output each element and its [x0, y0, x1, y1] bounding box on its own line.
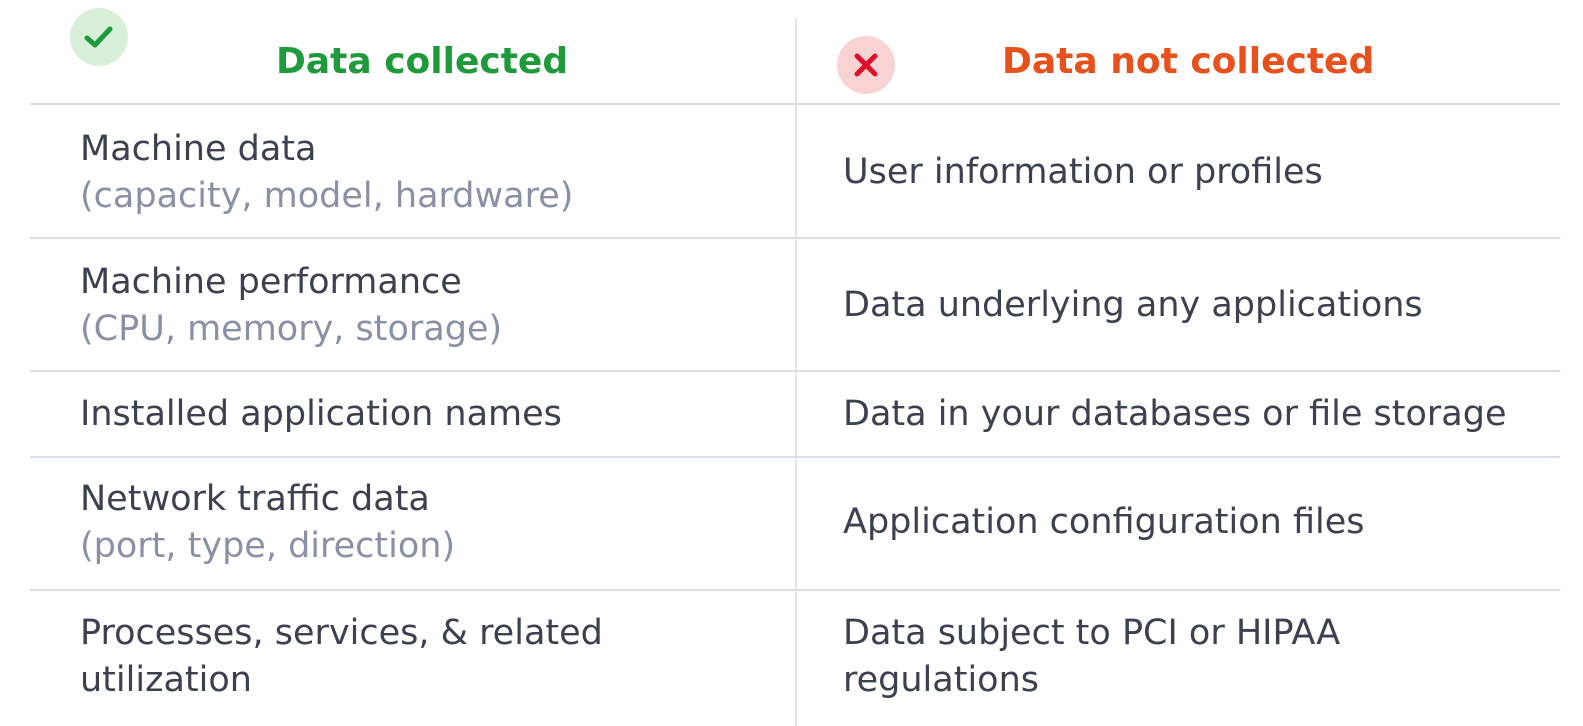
- header-not-collected: Data not collected: [1002, 41, 1375, 82]
- check-badge: [70, 8, 128, 66]
- not-collected-item-label: Data subject to PCI or HIPAA: [843, 613, 1341, 653]
- column-divider: [795, 18, 797, 726]
- collected-item-detail: (port, type, direction): [80, 526, 456, 566]
- collected-item-label: Processes, services, & related: [80, 613, 603, 653]
- collected-item: Machine performance (CPU, memory, storag…: [80, 259, 502, 353]
- not-collected-item-label-line2: regulations: [843, 660, 1040, 700]
- header-collected: Data collected: [276, 41, 569, 82]
- collected-item: Machine data (capacity, model, hardware): [80, 126, 573, 220]
- collected-item: Network traffic data (port, type, direct…: [80, 476, 455, 570]
- collected-item-label: Installed application names: [80, 394, 562, 434]
- collected-item-label: Machine performance: [80, 262, 462, 302]
- collected-item: Installed application names: [80, 391, 562, 438]
- collected-item-detail: (capacity, model, hardware): [80, 176, 574, 216]
- row-separator: [30, 456, 1560, 458]
- x-badge: [837, 36, 895, 94]
- header-separator: [30, 103, 1560, 105]
- collected-item-label: Network traffic data: [80, 479, 430, 519]
- collected-item-detail: (CPU, memory, storage): [80, 309, 503, 349]
- not-collected-item: Data in your databases or file storage: [843, 394, 1507, 434]
- check-icon: [84, 26, 113, 48]
- not-collected-item: Data subject to PCI or HIPAA regulations: [843, 610, 1340, 704]
- collected-item: Processes, services, & related utilizati…: [80, 610, 603, 704]
- not-collected-item: Application configuration files: [843, 502, 1365, 542]
- not-collected-item: User information or profiles: [843, 152, 1323, 192]
- row-separator: [30, 237, 1560, 239]
- row-separator: [30, 589, 1560, 591]
- not-collected-item: Data underlying any applications: [843, 285, 1423, 325]
- close-icon: [854, 53, 878, 77]
- collected-item-label: Machine data: [80, 129, 317, 169]
- collected-item-label-line2: utilization: [80, 660, 252, 700]
- row-separator: [30, 370, 1560, 372]
